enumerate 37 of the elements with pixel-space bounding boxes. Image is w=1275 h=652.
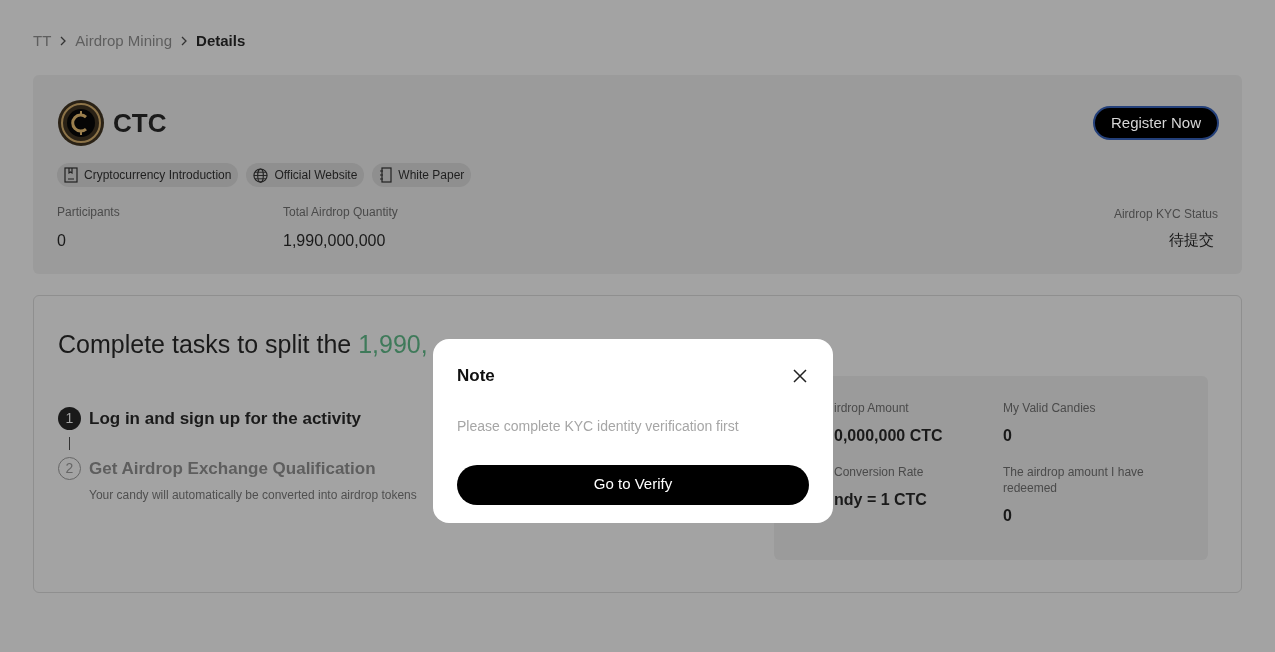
register-button[interactable]: Register Now bbox=[1092, 106, 1219, 140]
panel-label: Conversion Rate bbox=[834, 464, 925, 480]
panel-value: 0 bbox=[1003, 426, 1013, 446]
tasks-heading: Complete tasks to split the 1,990, bbox=[58, 330, 428, 358]
token-name: CTC bbox=[113, 106, 167, 140]
dialog-title: Note bbox=[457, 365, 495, 387]
step-title: Log in and sign up for the activity bbox=[89, 407, 361, 430]
verify-button[interactable]: Go to Verify bbox=[457, 464, 809, 505]
stat-value: 0 bbox=[57, 231, 67, 251]
link-chip[interactable]: Cryptocurrency Introduction bbox=[57, 163, 239, 187]
kyc-status-value: 待提交 bbox=[1169, 230, 1214, 250]
kyc-status-label: Airdrop KYC Status bbox=[1113, 206, 1218, 223]
chevron-right-icon bbox=[59, 36, 68, 46]
document-icon bbox=[64, 167, 78, 183]
dialog-message: Please complete KYC identity verification first bbox=[457, 416, 740, 436]
panel-value: ndy = 1 CTC bbox=[834, 490, 928, 510]
chevron-right-icon bbox=[180, 36, 189, 46]
close-icon[interactable] bbox=[793, 368, 807, 383]
panel-label: irdrop Amount bbox=[834, 400, 910, 416]
coin-logo-icon bbox=[57, 99, 105, 147]
stat-value: 1,990,000,000 bbox=[283, 231, 387, 251]
link-chip[interactable]: Official Website bbox=[246, 163, 365, 187]
panel-label: The airdrop amount I have redeemed bbox=[1003, 464, 1145, 496]
globe-icon bbox=[253, 167, 269, 183]
notebook-icon bbox=[379, 167, 393, 183]
link-chip[interactable]: White Paper bbox=[372, 163, 472, 187]
breadcrumb-link[interactable]: TT bbox=[33, 29, 52, 53]
panel-value: 0,000,000 CTC bbox=[834, 426, 944, 446]
step-number: 1 bbox=[58, 406, 81, 430]
stat-label: Total Airdrop Quantity bbox=[283, 204, 398, 221]
stat-label: Participants bbox=[57, 204, 121, 221]
breadcrumb-link[interactable]: Airdrop Mining bbox=[75, 29, 173, 53]
breadcrumb-link[interactable]: Details bbox=[196, 29, 246, 53]
step-title: Get Airdrop Exchange Qualification bbox=[89, 458, 376, 480]
panel-label: My Valid Candies bbox=[1003, 400, 1097, 416]
step-description: Your candy will automatically be converted into airdrop tokens bbox=[89, 486, 417, 504]
panel-value: 0 bbox=[1003, 506, 1013, 526]
